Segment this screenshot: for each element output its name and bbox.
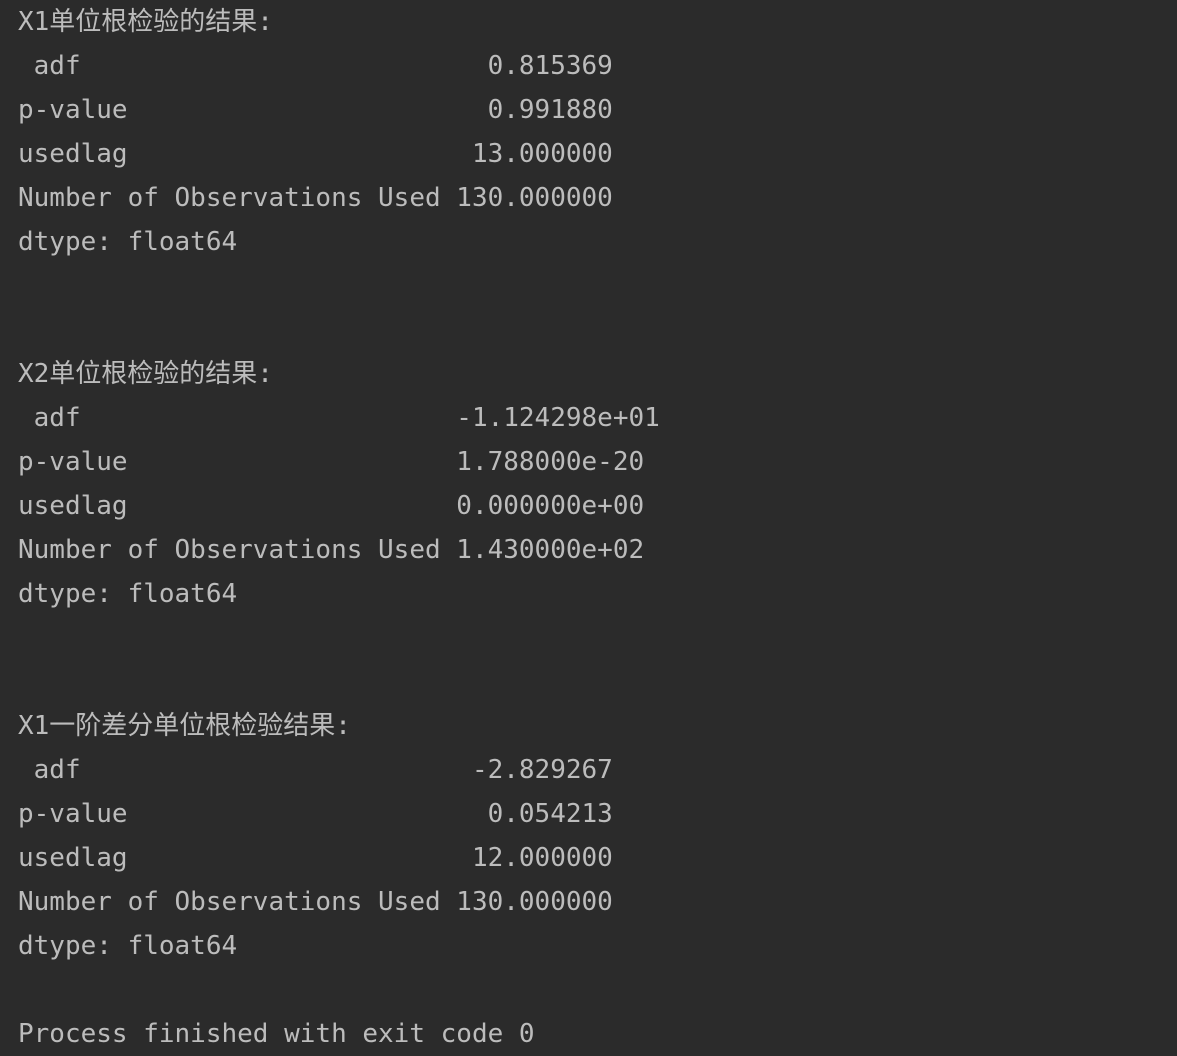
series-row-adf: adf -2.829267 xyxy=(18,755,613,785)
process-finished-message: Process finished with exit code 0 xyxy=(18,1019,535,1049)
series-row-pvalue: p-value 0.991880 xyxy=(18,95,613,125)
series-row-usedlag: usedlag 12.000000 xyxy=(18,843,613,873)
block-header: X1一阶差分单位根检验结果: xyxy=(18,711,351,741)
block-header: X1单位根检验的结果: xyxy=(18,7,273,37)
blank-separator xyxy=(0,264,1177,352)
series-dtype: dtype: float64 xyxy=(18,579,238,609)
series-row-adf: adf -1.124298e+01 xyxy=(18,403,660,433)
series-row-adf: adf 0.815369 xyxy=(18,51,613,81)
series-row-nobs: Number of Observations Used 130.000000 xyxy=(18,183,613,213)
series-row-pvalue: p-value 1.788000e-20 xyxy=(18,447,645,477)
series-row-usedlag: usedlag 0.000000e+00 xyxy=(18,491,645,521)
series-row-nobs: Number of Observations Used 1.430000e+02 xyxy=(18,535,645,565)
blank-separator xyxy=(0,968,1177,1012)
series-row-usedlag: usedlag 13.000000 xyxy=(18,139,613,169)
series-row-pvalue: p-value 0.054213 xyxy=(18,799,613,829)
block-header: X2单位根检验的结果: xyxy=(18,359,273,389)
console-output-panel: X1单位根检验的结果: adf 0.815369 p-value 0.99188… xyxy=(0,0,1177,1054)
series-dtype: dtype: float64 xyxy=(18,931,238,961)
series-dtype: dtype: float64 xyxy=(18,227,238,257)
blank-separator xyxy=(0,616,1177,704)
series-row-nobs: Number of Observations Used 130.000000 xyxy=(18,887,613,917)
